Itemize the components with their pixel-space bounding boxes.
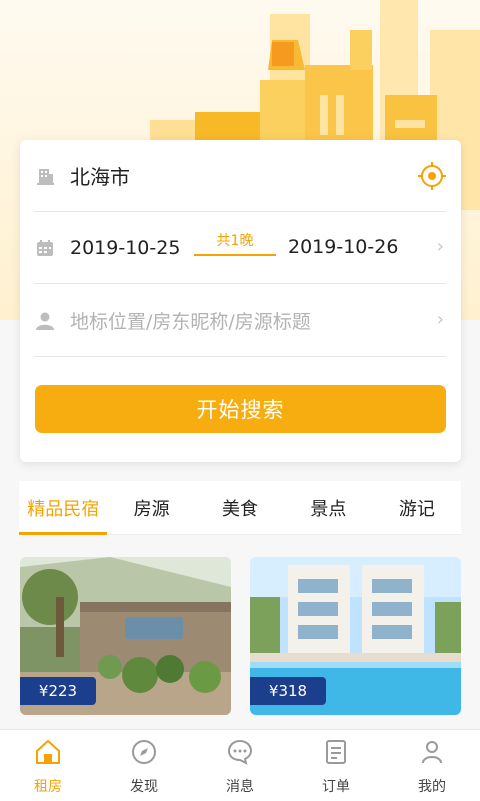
nav-item-messages[interactable]: 消息 [192, 730, 288, 801]
keyword-row[interactable]: 地标位置/房东昵称/房源标题 › [34, 285, 446, 357]
nights-label: 共1晚 [216, 233, 254, 249]
nav-label: 租房 [34, 779, 62, 795]
chevron-right-icon: › [436, 309, 444, 330]
date-row[interactable]: 2019-10-25 共1晚 2019-10-26 › [34, 212, 446, 284]
person-icon [34, 310, 56, 332]
nav-item-rent[interactable]: 租房 [0, 730, 96, 801]
nights-underline [194, 254, 276, 256]
locate-icon[interactable] [418, 162, 446, 190]
tab-attractions[interactable]: 景点 [284, 481, 372, 534]
category-tabs: 精品民宿 房源 美食 景点 游记 [19, 481, 461, 535]
city-name: 北海市 [70, 165, 130, 189]
keyword-input[interactable]: 地标位置/房东昵称/房源标题 [70, 307, 311, 334]
message-icon [227, 739, 253, 765]
order-icon [326, 740, 346, 764]
compass-icon [132, 740, 156, 764]
nav-label: 我的 [418, 779, 446, 795]
calendar-icon [34, 237, 56, 259]
nav-item-mine[interactable]: 我的 [384, 730, 480, 801]
tab-featured-homestay[interactable]: 精品民宿 [19, 481, 108, 535]
checkout-date[interactable]: 2019-10-26 [288, 236, 398, 258]
tab-food[interactable]: 美食 [196, 481, 284, 534]
tab-listings[interactable]: 房源 [107, 481, 195, 534]
chevron-right-icon: › [436, 236, 444, 257]
bottom-navigation: 租房 发现 消息 订单 我的 [0, 729, 480, 801]
start-search-button[interactable]: 开始搜索 [35, 385, 446, 433]
nav-item-orders[interactable]: 订单 [288, 730, 384, 801]
city-row[interactable]: 北海市 [34, 140, 446, 212]
checkin-date[interactable]: 2019-10-25 [70, 237, 180, 259]
building-icon [34, 165, 56, 187]
price-badge: ¥318 [250, 677, 326, 705]
nights-count: 共1晚 [194, 230, 276, 256]
search-card: 北海市 2019-10-25 共1晚 2019-10-26 › 地标位置/房东昵… [20, 140, 461, 462]
tab-travel-notes[interactable]: 游记 [373, 481, 461, 534]
profile-icon [422, 741, 442, 764]
nav-item-discover[interactable]: 发现 [96, 730, 192, 801]
listing-card[interactable]: ¥318 [250, 557, 461, 715]
nav-label: 消息 [226, 779, 254, 795]
home-icon [36, 739, 60, 764]
listing-card[interactable]: ¥223 [20, 557, 231, 715]
price-badge: ¥223 [20, 677, 96, 705]
nav-label: 发现 [130, 779, 158, 795]
nav-label: 订单 [322, 779, 350, 795]
